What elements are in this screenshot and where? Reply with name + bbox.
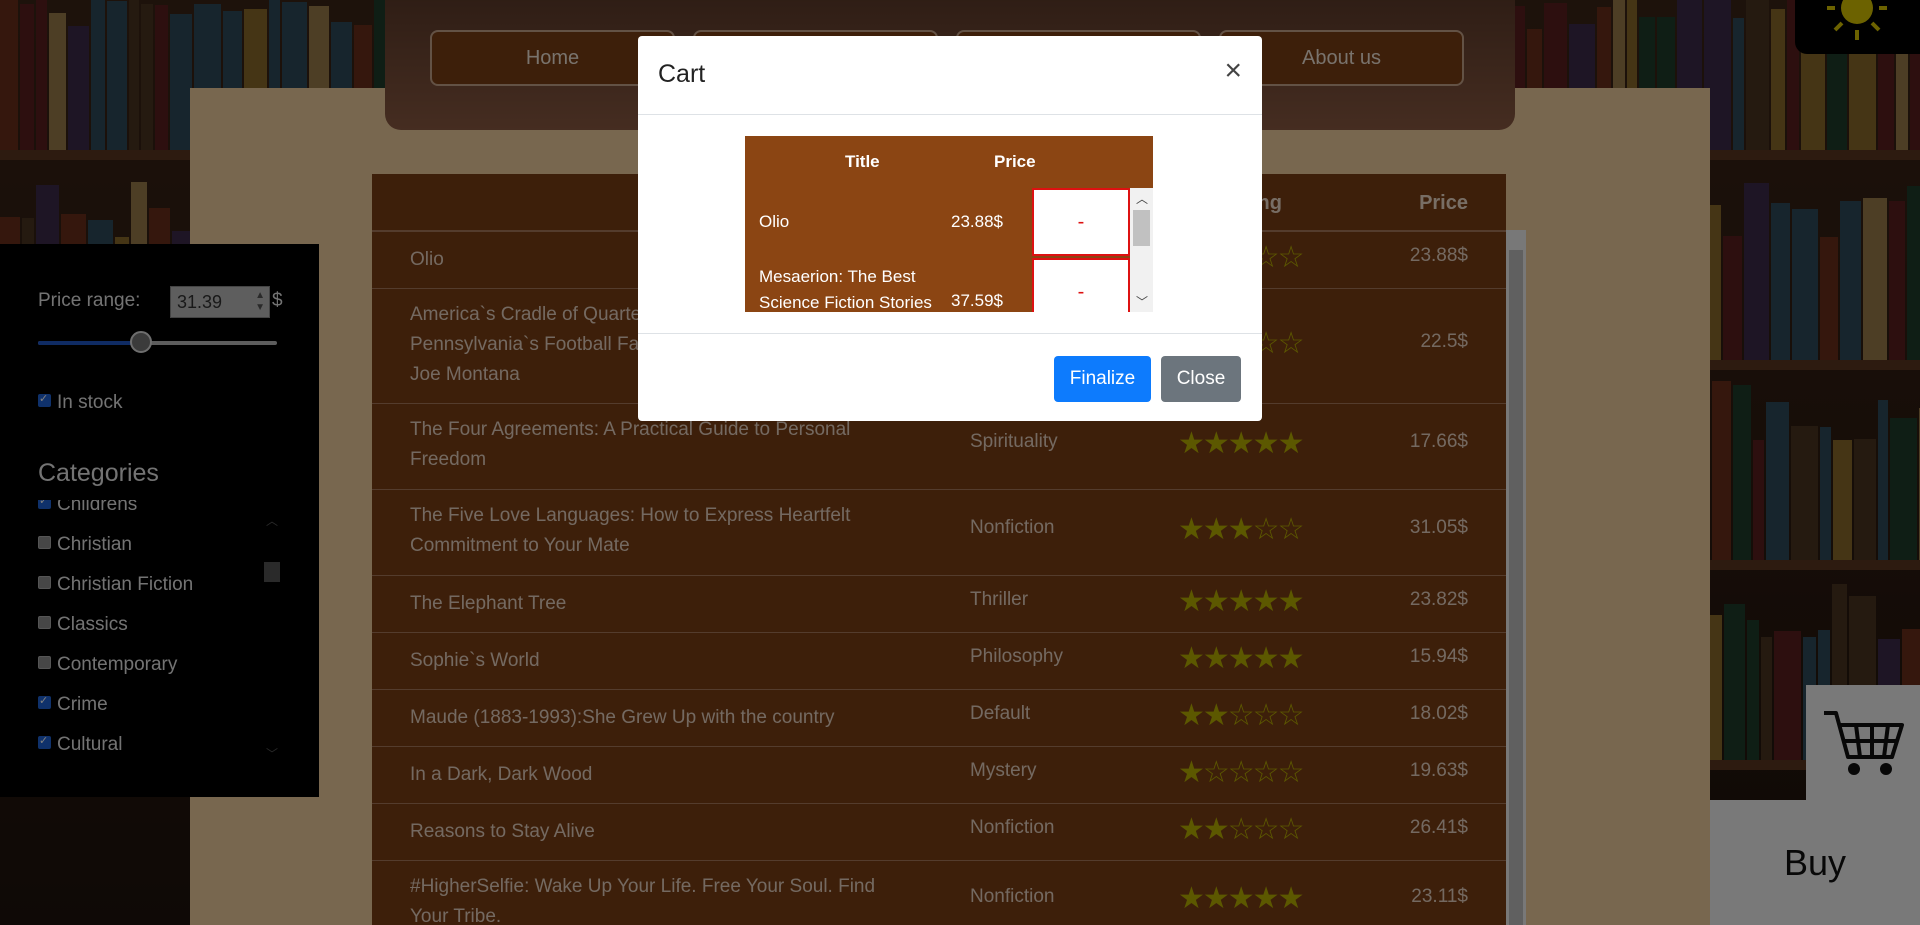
close-button[interactable]: Close bbox=[1161, 356, 1241, 402]
cart-table-header: Title Price bbox=[745, 136, 1153, 188]
modal-title: Cart bbox=[658, 60, 706, 88]
cart-item: Mesaerion: The Best Science Fiction Stor… bbox=[745, 258, 1130, 312]
scroll-down-icon[interactable]: ﹀ bbox=[1136, 293, 1148, 310]
modal-footer: Finalize Close bbox=[638, 333, 1262, 422]
cart-title-header: Title bbox=[845, 152, 880, 171]
cart-item-title: Mesaerion: The Best Science Fiction Stor… bbox=[759, 267, 932, 312]
cart-price-header: Price bbox=[994, 152, 1036, 171]
cart-scrollbar[interactable]: ︿ ﹀ bbox=[1130, 188, 1153, 312]
remove-item-button[interactable]: - bbox=[1032, 258, 1130, 312]
cart-item-title: Olio bbox=[759, 212, 790, 231]
close-icon[interactable]: × bbox=[1224, 54, 1242, 88]
cart-modal: Cart × Title Price Olio 23.88$ - Mesaeri… bbox=[638, 36, 1262, 421]
cart-table: Title Price Olio 23.88$ - Mesaerion: The… bbox=[745, 136, 1153, 312]
finalize-button[interactable]: Finalize bbox=[1054, 356, 1151, 402]
cart-item-price: 37.59$ bbox=[951, 291, 1003, 310]
cart-item-price: 23.88$ bbox=[951, 212, 1003, 231]
modal-header: Cart × bbox=[638, 36, 1262, 115]
scroll-up-icon[interactable]: ︿ bbox=[1136, 190, 1148, 207]
remove-item-button[interactable]: - bbox=[1032, 188, 1130, 256]
cart-item: Olio 23.88$ - bbox=[745, 188, 1130, 256]
